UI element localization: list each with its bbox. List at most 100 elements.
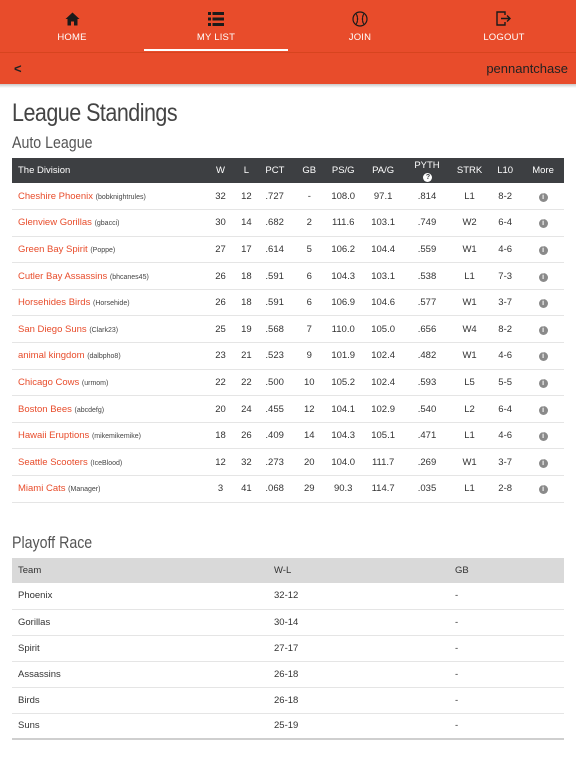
info-icon[interactable]: i — [538, 299, 548, 309]
cell-l: 14 — [233, 209, 260, 237]
playoff-row: Gorillas 30-14- — [12, 609, 564, 636]
standings-table: The Division W L PCT GB PS/G PA/G PYTH? … — [12, 158, 564, 503]
cell-pag: 102.4 — [363, 342, 404, 370]
cell-w: 30 — [207, 209, 234, 237]
cell-strk: L1 — [450, 262, 489, 290]
team-link[interactable]: Horsehides Birds — [18, 297, 90, 308]
team-link[interactable]: Miami Cats — [18, 483, 66, 494]
cell-w: 22 — [207, 369, 234, 397]
playoff-cell-wl: 26-18 — [268, 661, 449, 688]
cell-pyth: .269 — [403, 448, 451, 477]
cell-team: Boston Bees (abcdefg) — [12, 395, 208, 423]
cell-pct: .568 — [259, 315, 296, 344]
cell-l10: 5-5 — [488, 369, 523, 397]
team-link[interactable]: Chicago Cows — [18, 377, 79, 388]
back-button[interactable]: < — [14, 61, 22, 76]
team-link[interactable]: animal kingdom — [18, 350, 85, 361]
cell-strk: W1 — [450, 342, 489, 370]
cell-psg: 104.3 — [323, 422, 364, 450]
team-link[interactable]: San Diego Suns — [18, 324, 87, 335]
col-psg: PS/G — [323, 158, 364, 183]
info-icon[interactable]: i — [538, 352, 548, 362]
playoff-cell-gb: - — [449, 687, 564, 714]
table-row: Horsehides Birds (Horsehide) 26 18.591 6 106… — [12, 289, 564, 317]
cell-more: i — [522, 262, 564, 290]
cell-l: 19 — [233, 315, 260, 344]
cell-w: 23 — [207, 342, 234, 370]
info-icon[interactable]: i — [538, 432, 548, 442]
table-row: Green Bay Spirit (Poppe) 27 17.614 5 106.2 10… — [12, 236, 564, 264]
cell-l10: 8-2 — [488, 315, 523, 344]
cell-strk: W1 — [450, 289, 489, 317]
team-link[interactable]: Glenview Gorillas — [18, 217, 92, 228]
cell-strk: W2 — [450, 209, 489, 237]
team-link[interactable]: Hawaii Eruptions — [18, 430, 89, 441]
cell-l: 41 — [233, 475, 260, 503]
cell-psg: 106.2 — [323, 236, 364, 264]
info-icon[interactable]: i — [538, 405, 548, 415]
table-row: Seattle Scooters (IceBlood) 12 32.273 20 104… — [12, 448, 564, 477]
cell-pct: .614 — [259, 236, 296, 264]
subnav-shadow — [0, 84, 576, 88]
team-link[interactable]: Green Bay Spirit — [18, 244, 88, 255]
home-icon — [65, 10, 80, 27]
cell-w: 26 — [207, 289, 234, 317]
cell-l: 18 — [233, 289, 260, 317]
playoff-cell-wl: 26-18 — [268, 687, 449, 714]
playoff-cell-team: Suns — [12, 713, 268, 740]
playoff-row: Assassins 26-18- — [12, 661, 564, 688]
cell-psg: 104.1 — [323, 395, 364, 423]
owner-name: (mikemikemike) — [91, 433, 141, 441]
info-icon[interactable]: i — [538, 219, 548, 229]
logout-icon — [496, 10, 512, 27]
playoff-row: Suns 25-19- — [12, 713, 564, 740]
info-icon[interactable]: i — [538, 192, 548, 202]
cell-strk: L1 — [450, 475, 489, 503]
info-icon[interactable]: i — [538, 272, 548, 282]
cell-more: i — [522, 422, 564, 450]
cell-w: 12 — [207, 448, 234, 477]
info-icon[interactable]: i — [538, 458, 548, 468]
owner-name: (Horsehide) — [92, 300, 130, 308]
nav-home[interactable]: HOME — [0, 0, 144, 52]
cell-gb: 5 — [295, 236, 324, 264]
page-title: League Standings — [12, 99, 178, 127]
cell-team: Hawaii Eruptions (mikemikemike) — [12, 422, 208, 450]
table-row: Miami Cats (Manager) 3 41.068 29 90.3 114.7.0… — [12, 475, 564, 503]
team-link[interactable]: Cutler Bay Assassins — [18, 271, 107, 282]
col-division: The Division — [12, 158, 208, 183]
info-icon[interactable]: i — [538, 378, 548, 388]
team-link[interactable]: Cheshire Phoenix — [18, 191, 93, 202]
cell-psg: 105.2 — [323, 369, 364, 397]
cell-pyth: .035 — [403, 475, 451, 503]
col-l10: L10 — [488, 158, 523, 183]
cell-l10: 3-7 — [488, 448, 523, 477]
col-more: More — [522, 158, 564, 183]
nav-join-label: JOIN — [348, 32, 372, 43]
owner-name: (Clark23) — [89, 326, 119, 334]
owner-name: (Manager) — [68, 486, 101, 494]
cell-l: 17 — [233, 236, 260, 264]
playoff-cell-team: Assassins — [12, 661, 268, 688]
info-icon[interactable]: i — [538, 245, 548, 255]
nav-logout[interactable]: LOGOUT — [432, 0, 576, 52]
nav-logout-label: LOGOUT — [483, 32, 525, 43]
cell-gb: 6 — [295, 289, 324, 317]
cell-l: 32 — [233, 448, 260, 477]
team-link[interactable]: Boston Bees — [18, 404, 72, 415]
cell-more: i — [522, 236, 564, 264]
help-icon[interactable]: ? — [423, 172, 433, 182]
info-icon[interactable]: i — [538, 485, 548, 495]
cell-pct: .682 — [259, 209, 296, 237]
nav-my-list[interactable]: MY LIST — [144, 0, 288, 52]
cell-team: San Diego Suns (Clark23) — [12, 315, 208, 344]
cell-l10: 2-8 — [488, 475, 523, 503]
col-w: W — [207, 158, 234, 183]
playoff-cell-team: Phoenix — [12, 583, 268, 610]
info-icon[interactable]: i — [538, 325, 548, 335]
cell-gb: 14 — [295, 422, 324, 450]
cell-w: 18 — [207, 422, 234, 450]
nav-join[interactable]: JOIN — [288, 0, 432, 52]
cell-pag: 102.9 — [363, 395, 404, 423]
team-link[interactable]: Seattle Scooters — [18, 457, 88, 468]
